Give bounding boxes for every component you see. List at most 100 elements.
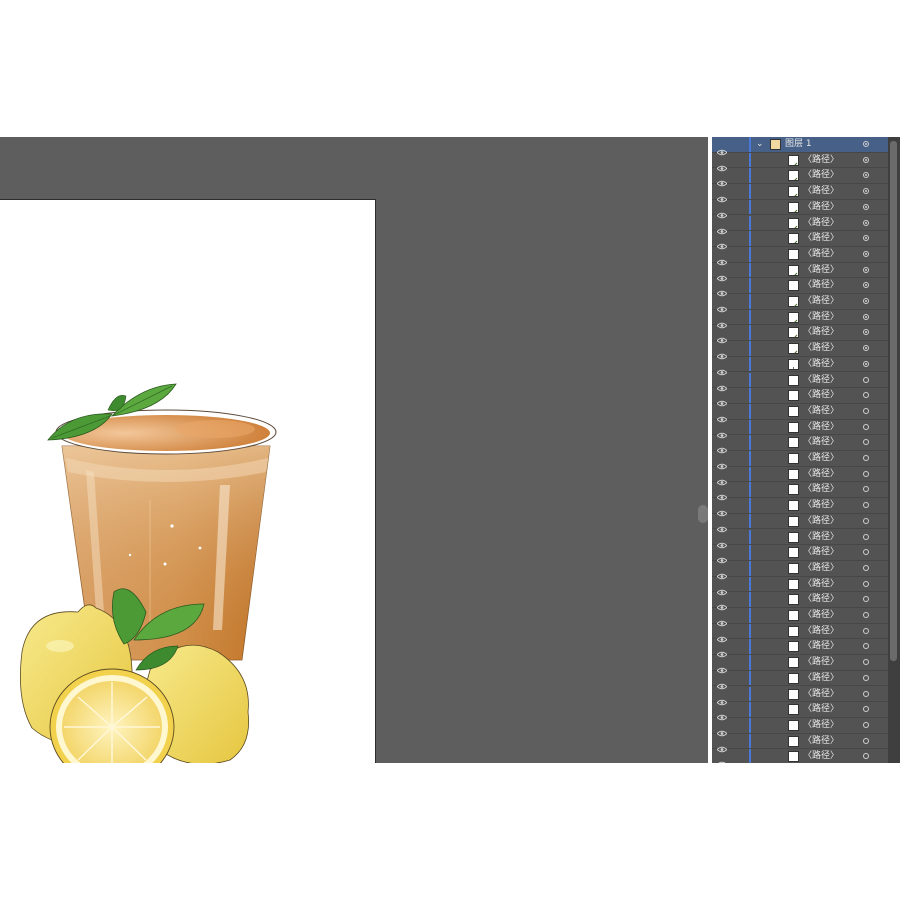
layer-row-path[interactable]: 〈路径〉 [712, 576, 888, 595]
eye-icon[interactable] [716, 534, 728, 548]
path-label[interactable]: 〈路径〉 [803, 703, 839, 716]
target-circle-icon[interactable] [863, 690, 869, 697]
target-circle-icon[interactable] [863, 580, 869, 587]
eye-icon[interactable] [716, 486, 728, 501]
path-label[interactable]: 〈路径〉 [803, 389, 839, 402]
eye-icon[interactable] [716, 361, 728, 375]
path-label[interactable]: 〈路径〉 [803, 656, 839, 669]
layer-row-path[interactable]: 〈路径〉 [712, 670, 888, 689]
layers-scrollbar[interactable] [888, 137, 900, 763]
target-circle-icon[interactable] [863, 423, 869, 430]
layer-row-path[interactable]: 〈路径〉 [712, 152, 888, 171]
target-circle-icon[interactable] [863, 439, 869, 446]
eye-icon[interactable] [716, 518, 728, 532]
target-circle-icon[interactable] [863, 659, 869, 666]
target-circle-icon[interactable] [863, 706, 869, 713]
path-label[interactable]: 〈路径〉 [803, 562, 839, 575]
target-circle-icon[interactable] [863, 345, 869, 352]
eye-icon[interactable] [716, 204, 728, 218]
canvas-workspace[interactable] [0, 137, 708, 763]
target-circle-icon[interactable] [863, 549, 869, 556]
path-label[interactable]: 〈路径〉 [803, 735, 839, 748]
eye-icon[interactable] [716, 722, 728, 737]
eye-icon[interactable] [716, 581, 728, 595]
eye-icon[interactable] [716, 549, 728, 564]
layer-row-path[interactable]: 〈路径〉 [712, 466, 888, 485]
path-label[interactable]: 〈路径〉 [803, 217, 839, 230]
eye-icon[interactable] [716, 612, 728, 627]
eye-icon[interactable] [716, 706, 728, 721]
path-label[interactable]: 〈路径〉 [803, 264, 839, 277]
layer-row-top[interactable]: ⌄ 图层 1 [712, 137, 888, 156]
layer-row-path[interactable]: 〈路径〉 [712, 341, 888, 360]
eye-icon[interactable] [716, 628, 728, 642]
target-circle-icon[interactable] [863, 235, 869, 242]
target-circle-icon[interactable] [863, 392, 869, 399]
eye-icon[interactable] [716, 565, 728, 580]
layer-row-path[interactable]: 〈路径〉 [712, 231, 888, 250]
target-circle-icon[interactable] [863, 502, 869, 509]
eye-icon[interactable] [716, 345, 728, 360]
path-label[interactable]: 〈路径〉 [803, 169, 839, 182]
path-label[interactable]: 〈路径〉 [803, 326, 839, 339]
layer-row-path[interactable]: 〈路径〉 [712, 309, 888, 328]
path-label[interactable]: 〈路径〉 [803, 750, 839, 763]
eye-icon[interactable] [716, 643, 728, 658]
eye-icon[interactable] [716, 675, 728, 689]
target-circle-icon[interactable] [863, 596, 869, 603]
path-label[interactable]: 〈路径〉 [803, 185, 839, 198]
path-label[interactable]: 〈路径〉 [803, 546, 839, 559]
layer-row-path[interactable]: 〈路径〉 [712, 749, 888, 763]
layer-row-path[interactable]: 〈路径〉 [712, 356, 888, 375]
target-circle-icon[interactable] [863, 517, 869, 524]
eye-icon[interactable] [716, 298, 728, 313]
path-label[interactable]: 〈路径〉 [803, 531, 839, 544]
target-circle-icon[interactable] [863, 407, 869, 414]
target-circle-icon[interactable] [863, 266, 869, 273]
path-label[interactable]: 〈路径〉 [803, 279, 839, 292]
layer-row-path[interactable]: 〈路径〉 [712, 623, 888, 642]
eye-icon[interactable] [716, 267, 728, 281]
layer-row-path[interactable]: 〈路径〉 [712, 168, 888, 187]
layer-row-path[interactable]: 〈路径〉 [712, 184, 888, 203]
layer-row-path[interactable]: 〈路径〉 [712, 655, 888, 674]
path-label[interactable]: 〈路径〉 [803, 483, 839, 496]
eye-icon[interactable] [716, 392, 728, 407]
eye-icon[interactable] [716, 502, 728, 517]
eye-icon[interactable] [716, 141, 728, 156]
path-label[interactable]: 〈路径〉 [803, 593, 839, 606]
layer-row-path[interactable]: 〈路径〉 [712, 388, 888, 407]
layer-name[interactable]: 图层 1 [785, 138, 812, 151]
eye-icon[interactable] [716, 408, 728, 423]
layer-row-path[interactable]: 〈路径〉 [712, 215, 888, 234]
target-circle-icon[interactable] [863, 753, 869, 760]
target-circle-icon[interactable] [863, 329, 869, 336]
target-circle-icon[interactable] [863, 627, 869, 634]
layer-row-path[interactable]: 〈路径〉 [712, 608, 888, 627]
target-circle-icon[interactable] [863, 298, 869, 304]
target-circle-icon[interactable] [863, 156, 869, 163]
layer-row-path[interactable]: 〈路径〉 [712, 435, 888, 454]
eye-icon[interactable] [716, 596, 728, 611]
eye-icon[interactable] [716, 172, 728, 187]
path-label[interactable]: 〈路径〉 [803, 688, 839, 701]
eye-icon[interactable] [716, 188, 728, 203]
layer-row-path[interactable]: 〈路径〉 [712, 294, 888, 313]
eye-icon[interactable] [716, 220, 728, 234]
layer-row-path[interactable]: 〈路径〉 [712, 451, 888, 470]
path-label[interactable]: 〈路径〉 [803, 374, 839, 387]
eye-icon[interactable] [716, 659, 728, 674]
target-circle-icon[interactable] [863, 188, 869, 195]
path-label[interactable]: 〈路径〉 [803, 578, 839, 591]
path-label[interactable]: 〈路径〉 [803, 358, 839, 371]
path-label[interactable]: 〈路径〉 [803, 515, 839, 528]
target-circle-icon[interactable] [863, 486, 869, 493]
target-circle-icon[interactable] [863, 564, 869, 571]
target-circle-icon[interactable] [863, 376, 869, 383]
path-label[interactable]: 〈路径〉 [803, 405, 839, 418]
target-circle-icon[interactable] [863, 282, 869, 289]
layer-row-path[interactable]: 〈路径〉 [712, 278, 888, 297]
layer-row-path[interactable]: 〈路径〉 [712, 482, 888, 501]
path-label[interactable]: 〈路径〉 [803, 248, 839, 261]
layer-row-path[interactable]: 〈路径〉 [712, 262, 888, 281]
